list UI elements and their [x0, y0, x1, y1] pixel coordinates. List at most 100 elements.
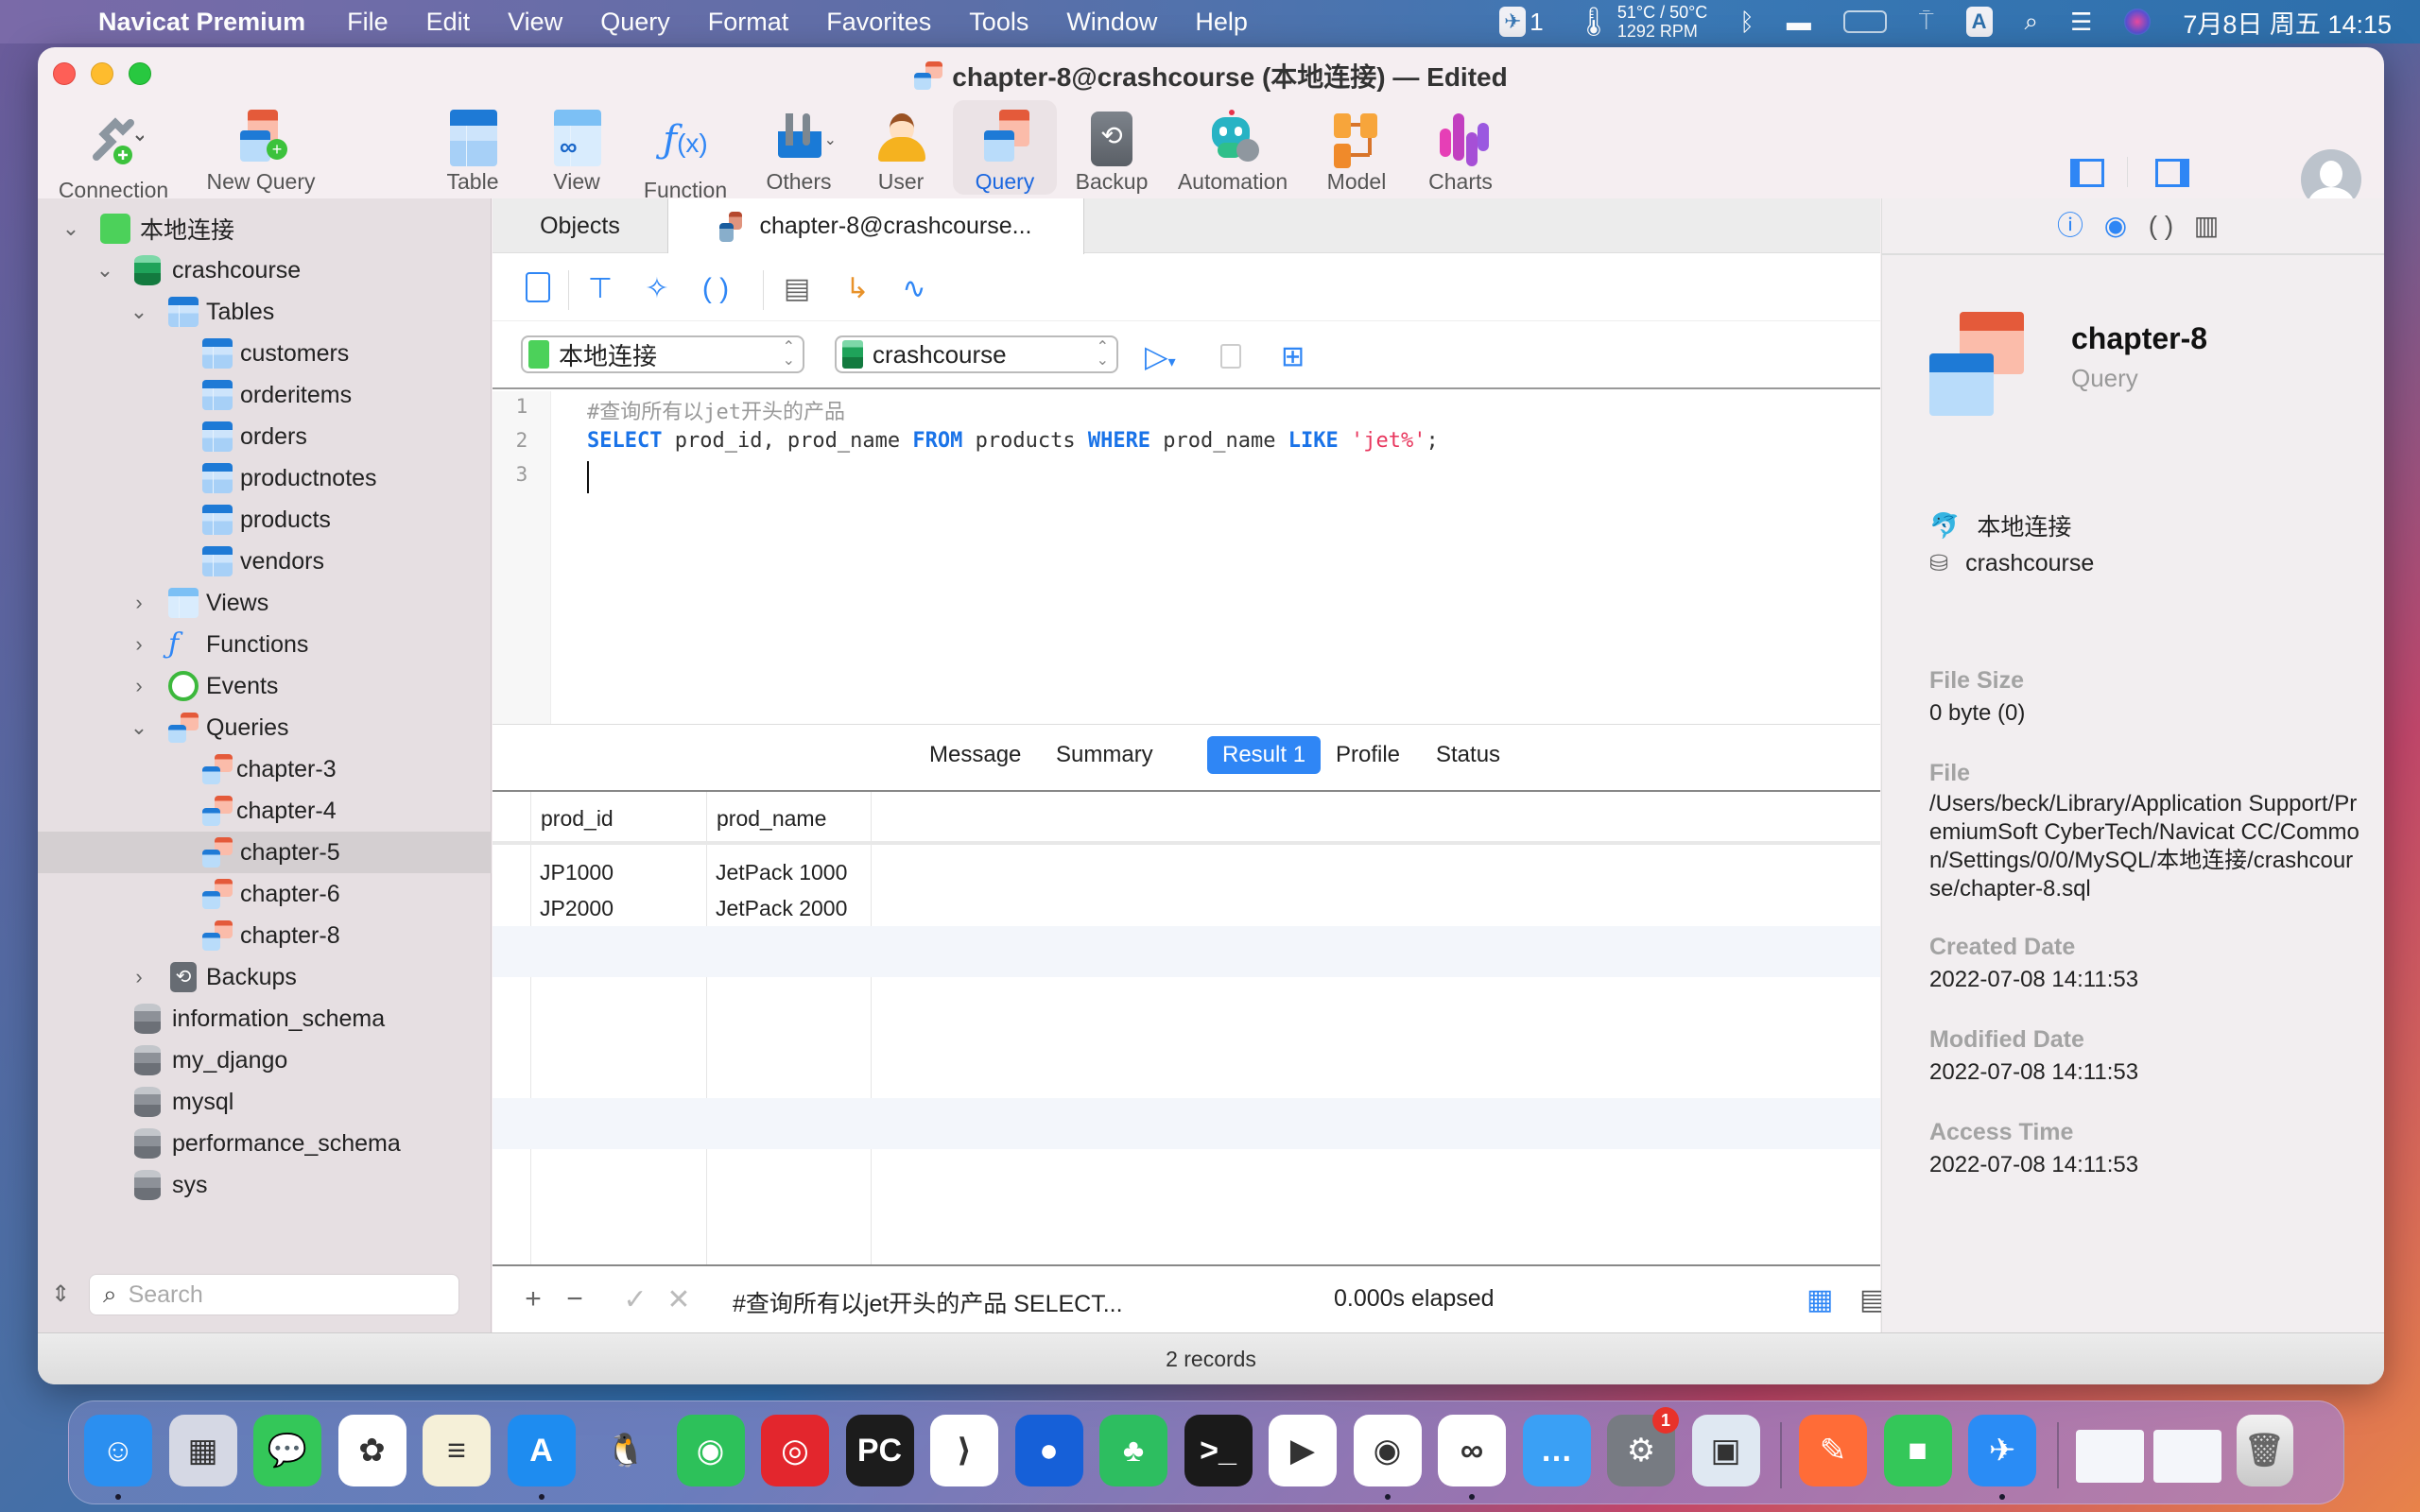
tree-functions-group[interactable]: › ƒ Functions — [38, 624, 492, 665]
dock-app-finder[interactable]: ☺ — [84, 1415, 152, 1486]
tree-database-item[interactable]: mysql — [38, 1081, 492, 1123]
feishu-status-item[interactable]: ✈ 1 — [1499, 7, 1544, 37]
tab-summary[interactable]: Summary — [1041, 736, 1168, 774]
tree-database-crashcourse[interactable]: ⌄ crashcourse — [38, 249, 492, 291]
column-header-prod-name[interactable]: prod_name — [706, 801, 871, 835]
sidebar-filter-handle-icon[interactable]: ⇕ — [51, 1280, 70, 1308]
apple-menu-icon[interactable] — [38, 6, 66, 38]
export-result-icon[interactable]: ↳ — [840, 272, 874, 306]
menu-app-name[interactable]: Navicat Premium — [98, 8, 305, 37]
dock-app-evernote[interactable]: ♣ — [1099, 1415, 1167, 1486]
grid-view-icon[interactable]: ▦ — [1806, 1283, 1833, 1316]
menu-window[interactable]: Window — [1066, 8, 1157, 37]
dock-app-location-app[interactable]: ● — [1014, 1415, 1083, 1486]
tab-result-1[interactable]: Result 1 — [1207, 736, 1322, 774]
table-row[interactable]: JP1000 JetPack 1000 — [493, 854, 1880, 890]
tree-query-item-selected[interactable]: chapter-5 — [38, 832, 492, 873]
toolbar-query-button[interactable]: Query — [953, 100, 1057, 195]
tree-table-item[interactable]: orders — [38, 416, 492, 457]
dock-app-messages[interactable]: 💬 — [253, 1415, 321, 1486]
clock[interactable]: 7月8日 周五 14:15 — [2183, 4, 2392, 41]
tree-table-item[interactable]: customers — [38, 333, 492, 374]
dock-app-photos[interactable]: ✿ — [337, 1415, 406, 1486]
control-center-icon[interactable]: ☰ — [2070, 8, 2092, 37]
toolbar-automation-button[interactable]: Automation — [1168, 100, 1297, 195]
tree-table-item[interactable]: vendors — [38, 541, 492, 582]
add-record-button[interactable]: + — [519, 1283, 547, 1315]
tree-database-item[interactable]: information_schema — [38, 998, 492, 1040]
toolbar-charts-button[interactable]: Charts — [1409, 100, 1512, 195]
dock-app-netease-music[interactable]: ◎ — [761, 1415, 829, 1486]
toolbar-table-button[interactable]: Table — [425, 100, 520, 195]
apply-changes-button[interactable]: ✓ — [621, 1283, 649, 1316]
tree-query-item[interactable]: chapter-4 — [38, 790, 492, 832]
wifi-off-icon[interactable]: ⍑ — [1919, 7, 1934, 37]
menu-help[interactable]: Help — [1195, 8, 1248, 37]
dock-app-navicat[interactable]: ∞ — [1438, 1415, 1506, 1486]
tree-table-item[interactable]: products — [38, 499, 492, 541]
database-select[interactable]: crashcourse ⌃ ⌄ — [835, 335, 1118, 373]
tree-events-group[interactable]: › Events — [38, 665, 492, 707]
toolbar-others-button[interactable]: ⌄ Others — [747, 100, 851, 195]
menu-file[interactable]: File — [347, 8, 389, 37]
temperature-status-item[interactable]: 🌡 51°C / 50°C 1292 RPM — [1576, 3, 1708, 41]
dock-app-app-store[interactable]: A — [507, 1415, 576, 1486]
table-layout-icon[interactable]: ▥ — [2190, 210, 2222, 242]
tree-views-group[interactable]: › Views — [38, 582, 492, 624]
cell-prod-name[interactable]: JetPack 2000 — [706, 890, 847, 926]
dock-minimized-window[interactable] — [2075, 1430, 2144, 1483]
chevron-right-icon[interactable]: › — [129, 967, 149, 988]
chevron-down-icon[interactable]: ⌄ — [95, 260, 115, 281]
tree-tables-group[interactable]: ⌄ Tables — [38, 291, 492, 333]
chevron-right-icon[interactable]: › — [129, 634, 149, 655]
sidebar-search-field[interactable]: ⌕ Search — [89, 1274, 459, 1315]
preview-eye-icon[interactable]: ◉ — [2100, 210, 2132, 242]
spotlight-search-icon[interactable]: ⌕ — [2025, 7, 2039, 37]
dock-app-terminal[interactable]: >_ — [1184, 1415, 1253, 1486]
code-snippets-icon[interactable]: ( ) — [2145, 210, 2177, 242]
menu-favorites[interactable]: Favorites — [826, 8, 931, 37]
toolbar-connection-button[interactable]: Connection — [53, 100, 174, 202]
toolbar-view-button[interactable]: ∞ View — [529, 100, 624, 195]
menu-view[interactable]: View — [508, 8, 562, 37]
dock-app-system-preferences[interactable]: ⚙ 1 — [1607, 1407, 1679, 1486]
dock-app-wechat[interactable]: ◉ — [676, 1415, 745, 1486]
code-snippet-parentheses-icon[interactable]: ( ) — [699, 272, 733, 306]
dock-minimized-window[interactable] — [2152, 1430, 2221, 1483]
chevron-down-icon[interactable]: ⌄ — [129, 717, 149, 738]
dock-app-pycharm[interactable]: PC — [845, 1415, 914, 1486]
chevron-right-icon[interactable]: › — [129, 593, 149, 613]
tree-backups-group[interactable]: › ⟲ Backups — [38, 956, 492, 998]
dock-app-preview[interactable]: ▣ — [1691, 1415, 1760, 1486]
toggle-info-pane-button[interactable] — [2155, 159, 2189, 187]
toolbar-model-button[interactable]: Model — [1305, 100, 1409, 195]
toggle-navigation-pane-button[interactable] — [2070, 159, 2104, 187]
run-query-button[interactable]: ▷▾ — [1145, 338, 1176, 374]
tab-status[interactable]: Status — [1421, 736, 1515, 774]
stop-query-button[interactable] — [1220, 344, 1241, 369]
tree-query-item[interactable]: chapter-6 — [38, 873, 492, 915]
toolbar-user-button[interactable]: User — [856, 100, 945, 195]
dock-app-video-player[interactable]: ▶ — [1269, 1415, 1337, 1486]
dock-app-qq[interactable]: 🐧 — [592, 1415, 660, 1486]
tree-query-item[interactable]: chapter-8 — [38, 915, 492, 956]
chevron-right-icon[interactable]: › — [129, 676, 149, 696]
dock-app-feishu[interactable]: ✈ — [1968, 1415, 2036, 1486]
column-header-prod-id[interactable]: prod_id — [530, 801, 706, 835]
tree-query-item[interactable]: chapter-3 — [38, 748, 492, 790]
table-row[interactable]: JP2000 JetPack 2000 — [493, 890, 1880, 926]
tab-profile[interactable]: Profile — [1321, 736, 1415, 774]
tree-table-item[interactable]: orderitems — [38, 374, 492, 416]
tree-database-item[interactable]: sys — [38, 1164, 492, 1206]
format-painter-icon[interactable]: ⊤ — [583, 272, 617, 306]
dock-app-chrome[interactable]: ◉ — [1353, 1415, 1422, 1486]
toolbar-backup-button[interactable]: ⟲ Backup — [1064, 100, 1159, 195]
discard-changes-button[interactable]: ✕ — [665, 1283, 693, 1316]
explain-plan-button[interactable]: ⊞ — [1281, 340, 1305, 373]
tree-database-item[interactable]: performance_schema — [38, 1123, 492, 1164]
siri-icon[interactable] — [2124, 9, 2152, 35]
dock-app-chat-app[interactable]: … — [1522, 1415, 1591, 1486]
tree-queries-group[interactable]: ⌄ Queries — [38, 707, 492, 748]
menu-query[interactable]: Query — [600, 8, 670, 37]
dock-app-postman[interactable]: ✎ — [1799, 1415, 1867, 1486]
